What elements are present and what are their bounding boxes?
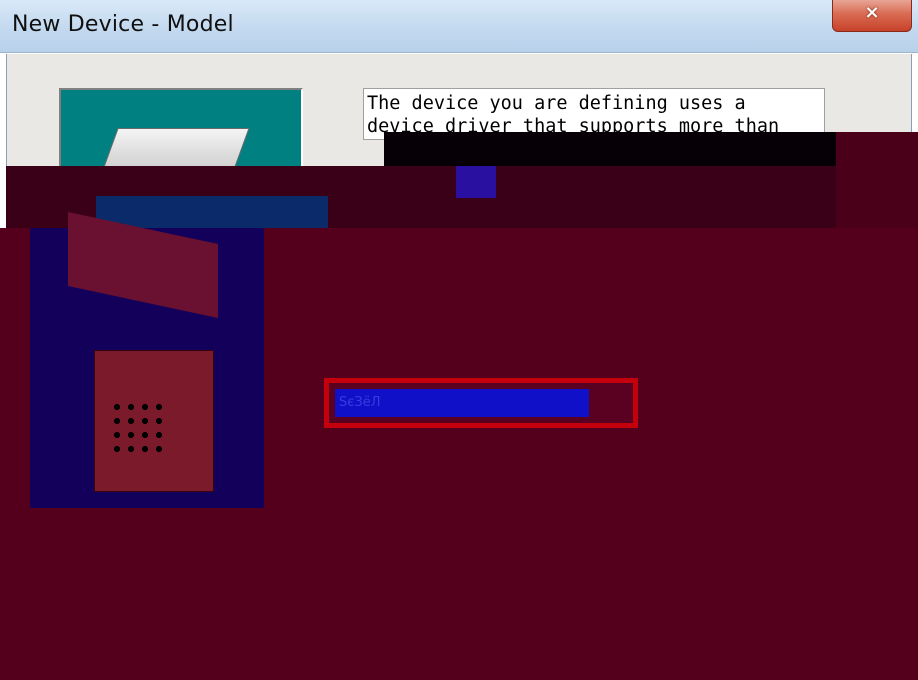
render-artifact-blue-block xyxy=(96,196,328,228)
render-artifact-right xyxy=(836,132,918,228)
close-button[interactable]: × xyxy=(832,0,912,32)
render-artifact-blue-mark xyxy=(456,166,496,198)
model-list-item-selected[interactable]: ЅєЗёЛ xyxy=(335,389,589,417)
window-title: New Device - Model xyxy=(12,12,234,37)
model-list[interactable]: ЅєЗёЛ xyxy=(324,378,638,428)
render-artifact-top xyxy=(384,132,836,166)
title-bar[interactable]: New Device - Model × xyxy=(0,0,918,53)
close-icon: × xyxy=(864,2,880,23)
device-ports-graphic xyxy=(110,400,170,460)
device-top-graphic xyxy=(102,128,250,170)
new-device-model-window: New Device - Model × The device you are … xyxy=(0,0,918,680)
